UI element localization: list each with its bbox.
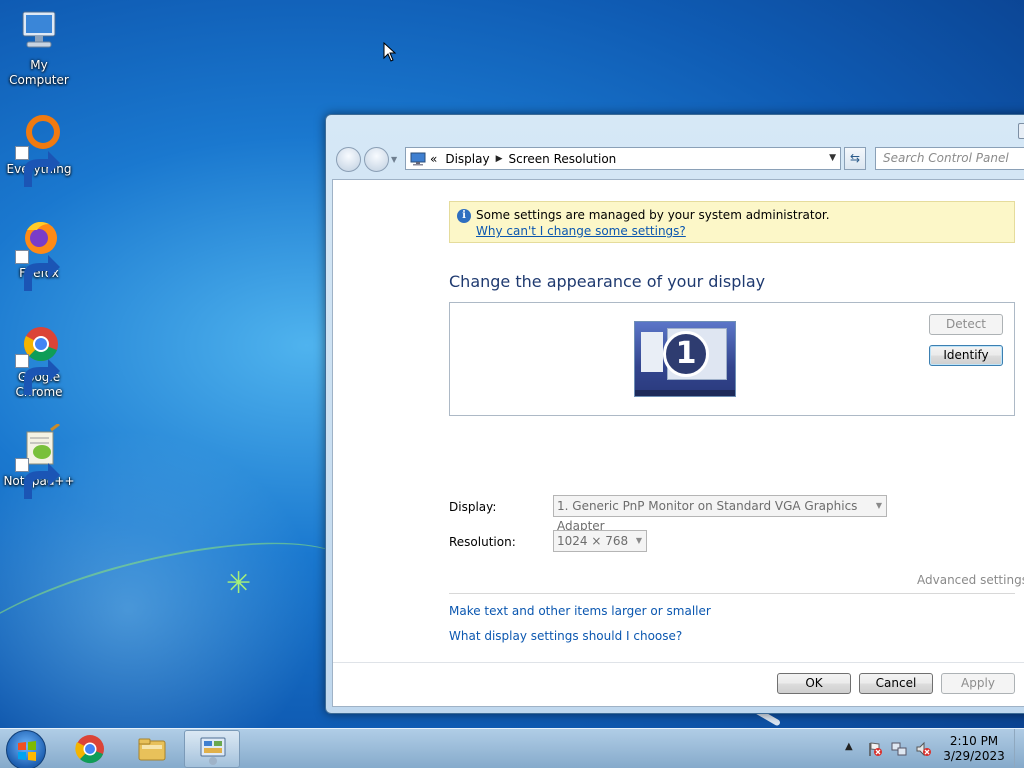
action-center-flag-icon[interactable] [867,741,883,757]
window-control-button[interactable] [1018,123,1024,139]
navigation-bar: ▼ « Display ▶ Screen Resolution ▼ ⇆ Sear… [334,147,1024,172]
chevron-down-icon: ▼ [875,501,882,510]
why-cant-change-link[interactable]: Why can't I change some settings? [476,223,1014,239]
folder-icon [138,738,166,761]
taskbar-control-panel[interactable] [184,730,240,768]
recent-pages-dropdown-icon[interactable]: ▼ [391,155,397,164]
chrome-icon [75,735,104,764]
volume-muted-icon[interactable] [915,741,931,757]
desktop-icon-notepadpp[interactable]: Notepad++ [0,422,78,499]
taskbar-chrome[interactable] [62,730,118,768]
breadcrumb-screen-resolution[interactable]: Screen Resolution [509,152,617,166]
display-select[interactable]: 1. Generic PnP Monitor on Standard VGA G… [553,495,887,533]
desktop-icon-label: My Computer [9,58,69,87]
cancel-button[interactable]: Cancel [859,673,933,694]
address-dropdown-icon[interactable]: ▼ [829,153,836,163]
shortcut-arrow-icon [15,458,60,499]
everything-icon [15,112,63,187]
identify-button[interactable]: Identify [929,345,1003,366]
desktop-icon-my-computer[interactable]: My Computer [0,8,78,88]
screen-resolution-window: ▼ « Display ▶ Screen Resolution ▼ ⇆ Sear… [325,114,1024,714]
apply-button[interactable]: Apply [941,673,1015,694]
shortcut-arrow-icon [15,250,60,291]
footer-divider [333,662,1024,663]
computer-icon [15,8,63,56]
monitor-arrangement-box: 1 Detect Identify [449,302,1015,416]
notepadpp-icon [15,422,63,499]
control-panel-icon [410,152,426,165]
control-panel-icon [200,737,226,765]
show-hidden-icons-icon[interactable]: ▲ [845,741,861,757]
display-settings-help-link[interactable]: What display settings should I choose? [449,629,682,643]
wallpaper-star: ✳ [226,566,252,601]
monitor-preview-sidebar [641,332,663,372]
breadcrumb-separator-icon[interactable]: ▶ [496,154,503,164]
ok-button[interactable]: OK [777,673,851,694]
shortcut-arrow-icon [15,354,60,395]
clock-time: 2:10 PM [949,734,999,748]
divider [449,593,1015,594]
resolution-select-value: 1024 × 768 [557,534,629,548]
monitor-preview-taskbar [635,390,735,396]
address-bar[interactable]: « Display ▶ Screen Resolution ▼ [405,147,841,170]
detect-button[interactable]: Detect [929,314,1003,335]
back-button[interactable] [336,147,361,172]
clock[interactable]: 2:10 PM 3/29/2023 [936,734,1012,764]
content-pane: i Some settings are managed by your syst… [332,179,1024,707]
display-select-value: 1. Generic PnP Monitor on Standard VGA G… [557,499,858,533]
forward-button[interactable] [364,147,389,172]
chevron-down-icon: ▼ [635,536,642,545]
taskbar: ▲ 2:10 PM 3/29/2023 [0,728,1024,768]
chrome-icon [15,320,63,395]
shortcut-arrow-icon [15,146,60,187]
admin-info-bar: i Some settings are managed by your syst… [449,201,1015,243]
show-desktop-button[interactable] [1014,729,1024,768]
monitor-1-preview[interactable]: 1 [634,321,736,397]
windows-logo-icon [18,741,36,761]
firefox-icon [15,216,63,291]
info-icon: i [457,209,471,223]
search-input[interactable]: Search Control Panel [875,147,1024,170]
network-icon[interactable] [891,741,907,757]
display-label: Display: [449,500,497,514]
mouse-cursor-icon [383,42,397,62]
page-title: Change the appearance of your display [449,272,766,291]
advanced-settings-link[interactable]: Advanced settings [917,573,1024,587]
clock-date: 3/29/2023 [943,749,1005,763]
desktop-icon-everything[interactable]: Everything [0,112,78,187]
resolution-select[interactable]: 1024 × 768 ▼ [553,530,647,552]
desktop-icon-firefox[interactable]: Firefox [0,216,78,291]
address-overflow[interactable]: « [430,152,437,166]
info-message: Some settings are managed by your system… [476,208,830,222]
start-button[interactable] [6,730,46,768]
breadcrumb-display[interactable]: Display [445,152,489,166]
desktop-icon-google-chrome[interactable]: Google Chrome [0,320,78,400]
resolution-label: Resolution: [449,535,516,549]
text-size-link[interactable]: Make text and other items larger or smal… [449,604,711,618]
taskbar-file-explorer[interactable] [124,730,180,768]
monitor-number: 1 [663,331,709,377]
refresh-icon[interactable]: ⇆ [844,147,866,170]
